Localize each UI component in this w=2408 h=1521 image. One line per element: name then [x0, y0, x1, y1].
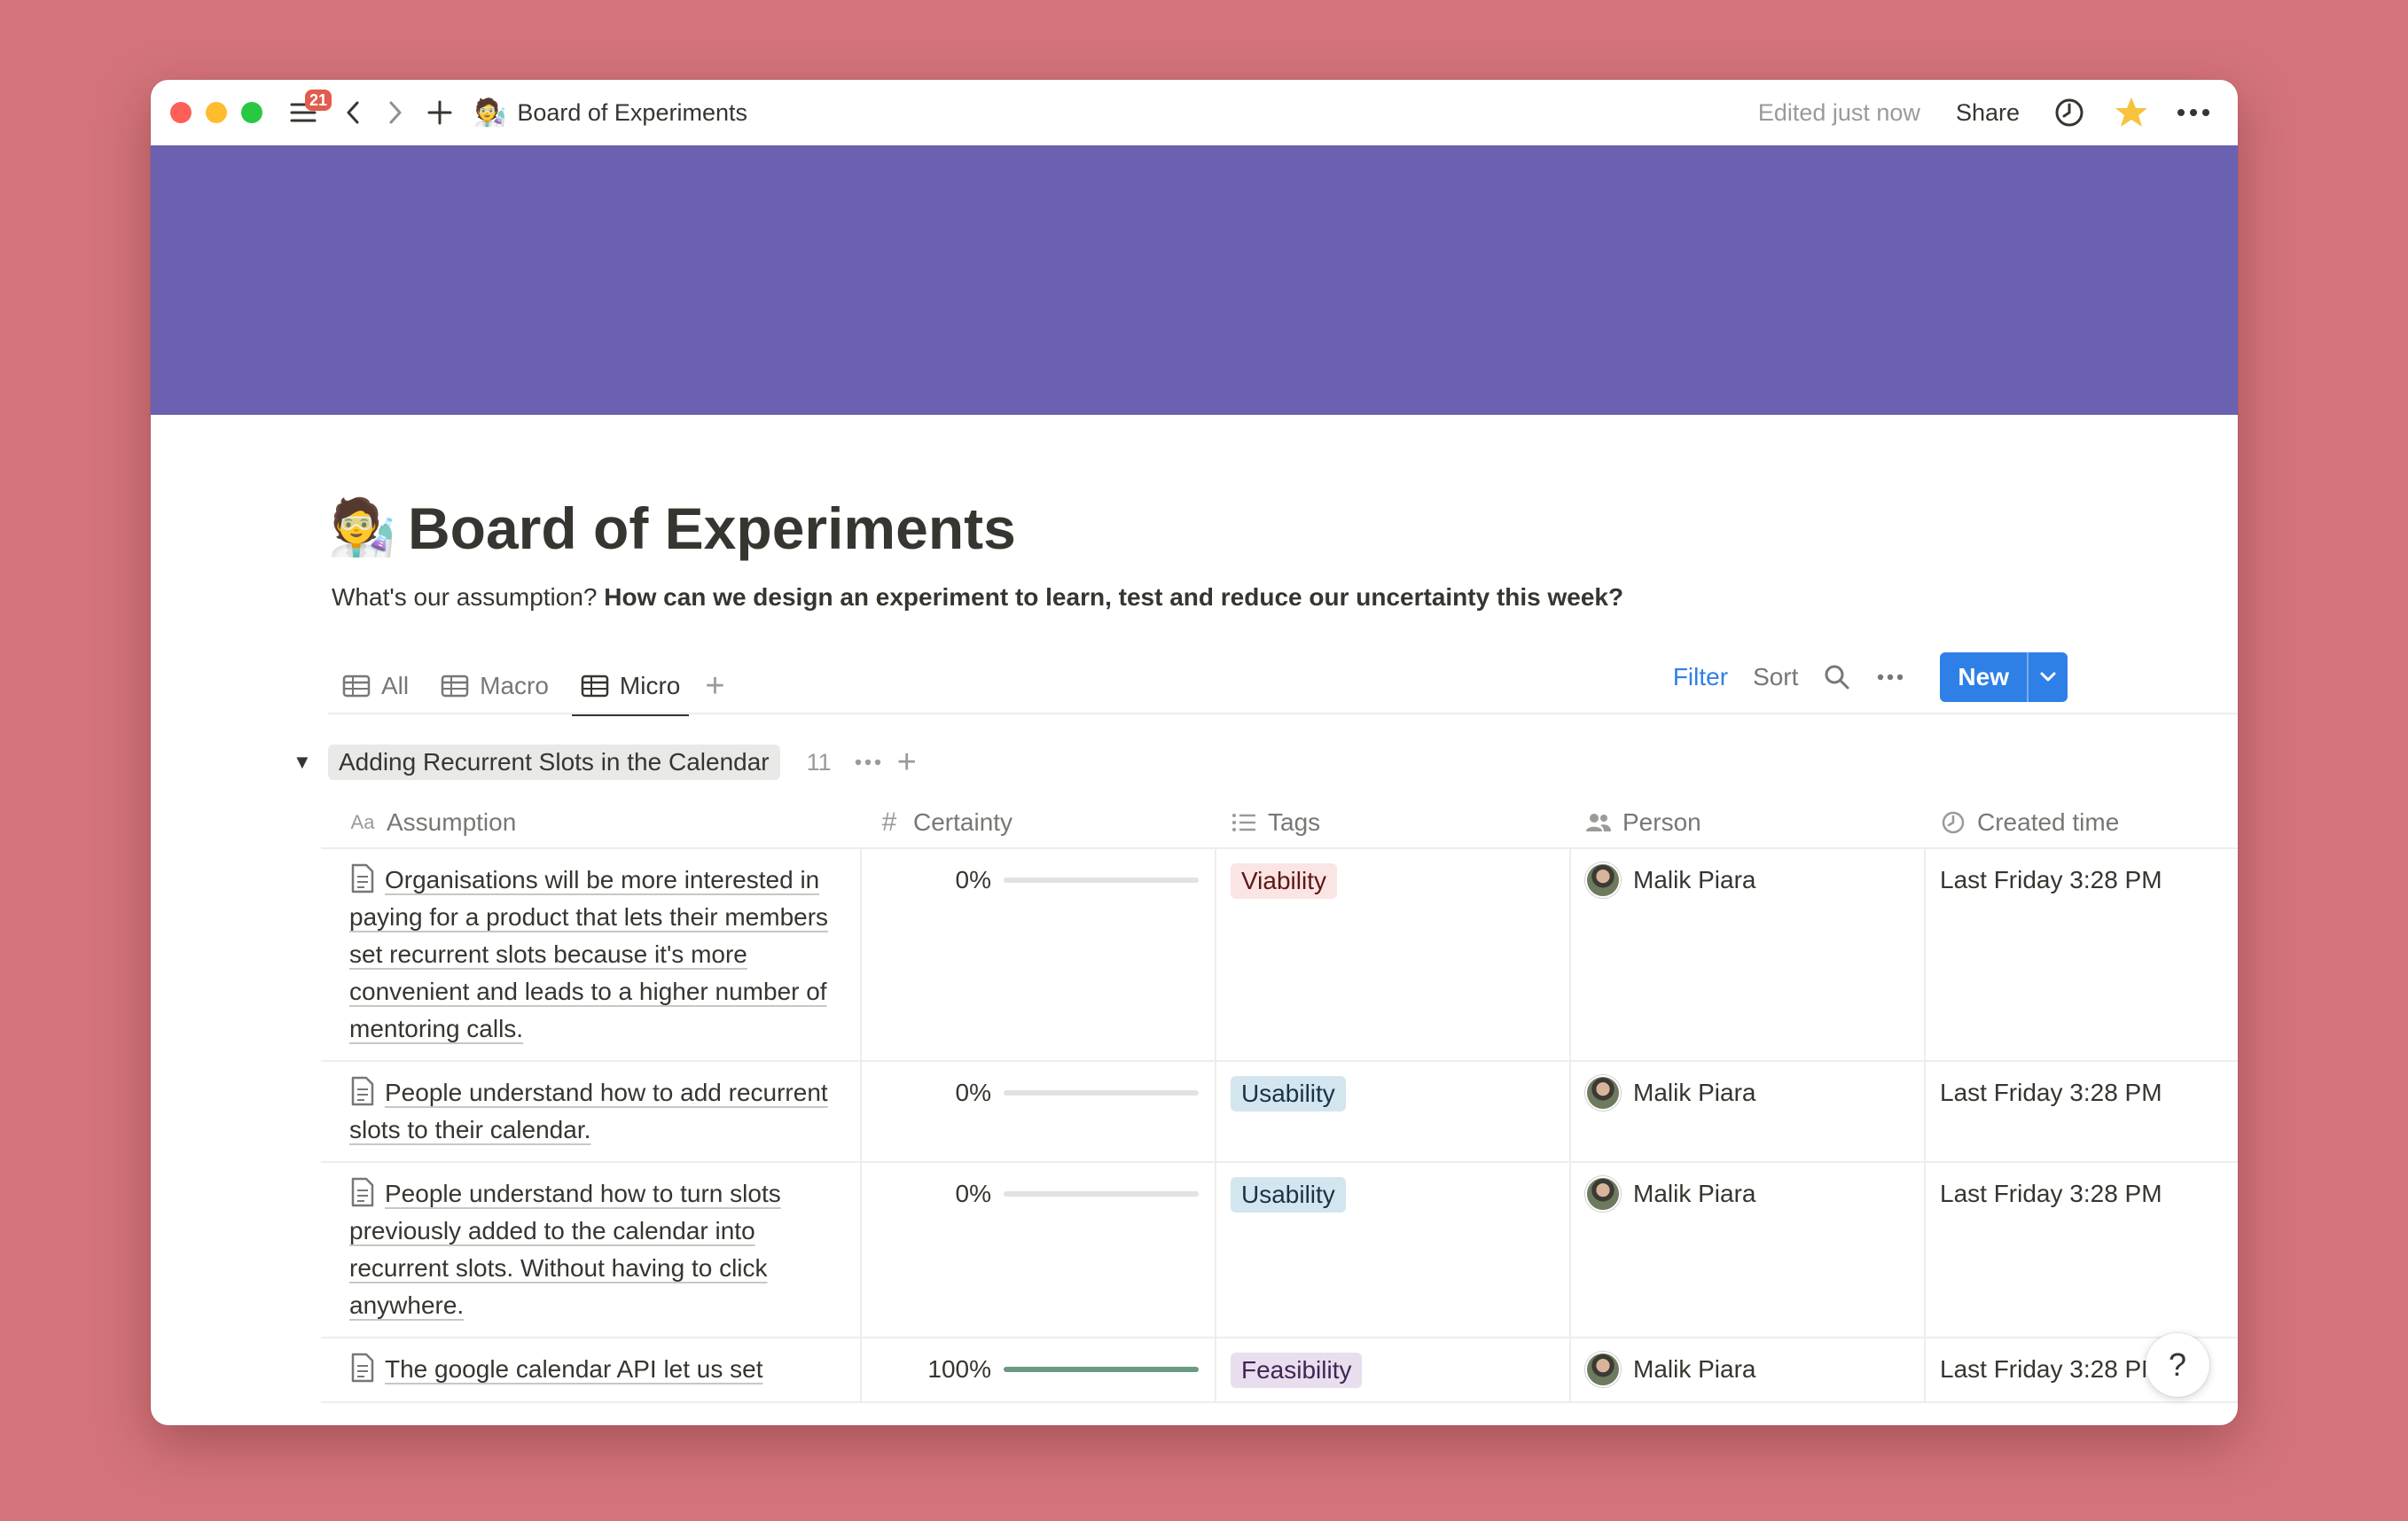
- avatar: [1585, 1352, 1621, 1387]
- tags-cell[interactable]: Usability: [1215, 1062, 1569, 1161]
- person-cell[interactable]: Malik Piara: [1569, 1163, 1924, 1337]
- certainty-value: 0%: [955, 1079, 991, 1106]
- column-header-certainty[interactable]: # Certainty: [860, 798, 1215, 847]
- text-property-icon: Aa: [350, 811, 375, 833]
- page-icon: [351, 863, 374, 893]
- certainty-cell[interactable]: 100%: [860, 1338, 1215, 1401]
- person-cell[interactable]: Malik Piara: [1569, 1338, 1924, 1401]
- column-header-tags[interactable]: Tags: [1215, 798, 1569, 847]
- list-icon: [1231, 809, 1257, 836]
- created-time: Last Friday 3:28 PM: [1940, 1079, 2162, 1106]
- created-time: Last Friday 3:28 PM: [1940, 1180, 2162, 1207]
- created-time-cell[interactable]: Last Friday 3:28 PM: [1924, 1062, 2238, 1161]
- page-icon: [351, 1076, 374, 1106]
- created-time-cell[interactable]: Last Friday 3:28 PM: [1924, 849, 2238, 1060]
- column-header-assumption[interactable]: Aa Assumption: [321, 798, 860, 847]
- column-label: Certainty: [913, 808, 1013, 836]
- certainty-progress-bar: [1004, 878, 1199, 883]
- certainty-cell[interactable]: 0%: [860, 849, 1215, 1060]
- table-body: Organisations will be more interested in…: [321, 849, 2238, 1403]
- created-time: Last Friday 3:28 PM: [1940, 1355, 2162, 1383]
- certainty-progress-bar: [1004, 1367, 1199, 1372]
- column-header-created-time[interactable]: Created time: [1924, 798, 2238, 847]
- tags-cell[interactable]: Feasibility: [1215, 1338, 1569, 1401]
- tags-cell[interactable]: Viability: [1215, 849, 1569, 1060]
- avatar: [1585, 1075, 1621, 1111]
- table-row[interactable]: People understand how to add recurrent s…: [321, 1062, 2238, 1163]
- app-window: 21 🧑‍🔬 Board of Experiments Edited just …: [151, 80, 2238, 1425]
- tag-badge: Usability: [1231, 1177, 1346, 1213]
- avatar: [1585, 862, 1621, 898]
- person-cell[interactable]: Malik Piara: [1569, 849, 1924, 1060]
- page-icon: [351, 1177, 374, 1207]
- certainty-progress-bar: [1004, 1090, 1199, 1096]
- assumption-cell[interactable]: The google calendar API let us set: [321, 1338, 860, 1401]
- people-icon: [1585, 809, 1612, 836]
- person-name: Malik Piara: [1633, 1079, 1756, 1106]
- table-row[interactable]: The google calendar API let us set 100% Fe…: [321, 1338, 2238, 1403]
- assumption-cell[interactable]: People understand how to turn slots prev…: [321, 1163, 860, 1337]
- tag-badge: Feasibility: [1231, 1353, 1363, 1388]
- column-label: Person: [1622, 808, 1701, 836]
- assumption-title[interactable]: The google calendar API let us set: [385, 1355, 763, 1383]
- assumption-title[interactable]: Organisations will be more interested in…: [349, 866, 828, 1042]
- assumption-cell[interactable]: People understand how to add recurrent s…: [321, 1062, 860, 1161]
- column-label: Created time: [1977, 808, 2120, 836]
- database-table: Aa Assumption # Certainty Tags Person Cr…: [321, 798, 2238, 1403]
- person-name: Malik Piara: [1633, 1180, 1756, 1207]
- person-name: Malik Piara: [1633, 866, 1756, 893]
- certainty-progress-fill: [1004, 1367, 1199, 1372]
- certainty-cell[interactable]: 0%: [860, 1062, 1215, 1161]
- certainty-value: 100%: [927, 1355, 991, 1383]
- certainty-value: 0%: [955, 866, 991, 893]
- assumption-title[interactable]: People understand how to turn slots prev…: [349, 1180, 781, 1319]
- assumption-cell[interactable]: Organisations will be more interested in…: [321, 849, 860, 1060]
- certainty-cell[interactable]: 0%: [860, 1163, 1215, 1337]
- tag-badge: Usability: [1231, 1076, 1346, 1112]
- table-row[interactable]: People understand how to turn slots prev…: [321, 1163, 2238, 1338]
- tags-cell[interactable]: Usability: [1215, 1163, 1569, 1337]
- help-button[interactable]: ?: [2146, 1333, 2209, 1397]
- certainty-progress-bar: [1004, 1191, 1199, 1197]
- column-label: Assumption: [387, 808, 517, 836]
- column-header-person[interactable]: Person: [1569, 798, 1924, 847]
- avatar: [1585, 1176, 1621, 1212]
- number-property-icon: #: [881, 807, 897, 837]
- assumption-title[interactable]: People understand how to add recurrent s…: [349, 1079, 828, 1143]
- table-header: Aa Assumption # Certainty Tags Person Cr…: [321, 798, 2238, 849]
- tag-badge: Viability: [1231, 863, 1337, 899]
- column-label: Tags: [1268, 808, 1321, 836]
- created-time: Last Friday 3:28 PM: [1940, 866, 2162, 893]
- created-time-cell[interactable]: Last Friday 3:28 PM: [1924, 1163, 2238, 1337]
- table-row[interactable]: Organisations will be more interested in…: [321, 849, 2238, 1062]
- person-name: Malik Piara: [1633, 1355, 1756, 1383]
- table-viewport: Aa Assumption # Certainty Tags Person Cr…: [151, 80, 2238, 1425]
- clock-icon: [1940, 809, 1966, 836]
- certainty-value: 0%: [955, 1180, 991, 1207]
- person-cell[interactable]: Malik Piara: [1569, 1062, 1924, 1161]
- page-icon: [351, 1353, 374, 1383]
